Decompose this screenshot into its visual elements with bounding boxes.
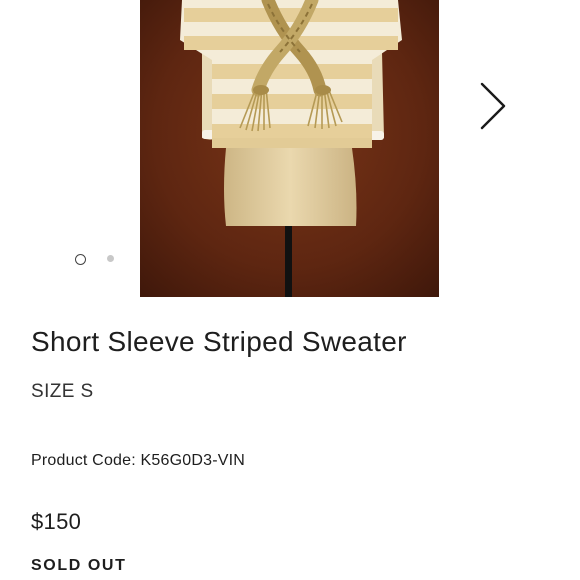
product-code: Product Code: K56G0D3-VIN	[31, 452, 245, 470]
carousel-dot-2[interactable]	[107, 255, 114, 262]
carousel-next-button[interactable]	[476, 80, 510, 132]
product-page: Short Sleeve Striped Sweater SIZE S Prod…	[0, 0, 580, 580]
product-size: SIZE S	[31, 381, 94, 402]
product-photo[interactable]	[140, 0, 439, 297]
carousel-dot-1[interactable]	[75, 254, 86, 265]
product-code-label: Product Code:	[31, 452, 136, 469]
product-title: Short Sleeve Striped Sweater	[31, 326, 407, 357]
product-code-value: K56G0D3-VIN	[140, 452, 246, 469]
stock-status-label: SOLD OUT	[31, 557, 127, 574]
product-image-carousel[interactable]	[0, 0, 580, 300]
chevron-right-icon	[480, 82, 506, 130]
product-price: $150	[31, 509, 82, 534]
